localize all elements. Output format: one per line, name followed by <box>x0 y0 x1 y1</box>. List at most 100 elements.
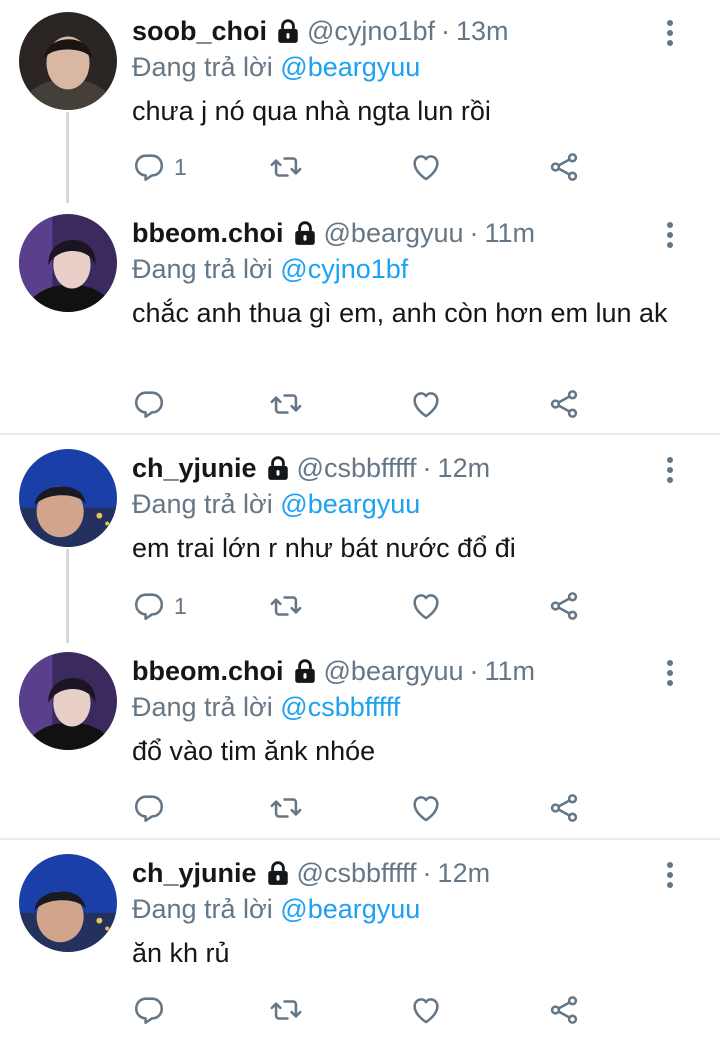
timestamp[interactable]: 13m <box>456 14 509 48</box>
reply-label: Đang trả lời <box>132 254 273 284</box>
share-icon <box>547 387 581 421</box>
lock-icon <box>292 220 318 246</box>
reply-label: Đang trả lời <box>132 52 273 82</box>
tweet-actions <box>132 790 602 826</box>
handle[interactable]: @beargyuu <box>324 654 464 688</box>
handle[interactable]: @cyjno1bf <box>307 14 435 48</box>
separator: · <box>469 218 479 248</box>
more-icon[interactable] <box>660 658 680 688</box>
handle[interactable]: @beargyuu <box>324 216 464 250</box>
display-name[interactable]: soob_choi <box>132 14 267 48</box>
replying-to: Đang trả lời @beargyuu <box>132 487 420 521</box>
divider <box>0 838 720 840</box>
reply-button[interactable] <box>132 790 174 826</box>
reply-icon <box>132 150 166 184</box>
retweet-icon <box>269 791 303 825</box>
timestamp[interactable]: 12m <box>438 856 491 890</box>
tweet-actions <box>132 386 602 422</box>
retweet-icon <box>269 993 303 1027</box>
mention-link[interactable]: @cyjno1bf <box>280 254 408 284</box>
like-button[interactable] <box>409 149 443 185</box>
heart-icon <box>409 150 443 184</box>
separator: · <box>422 858 432 888</box>
share-icon <box>547 993 581 1027</box>
share-icon <box>547 150 581 184</box>
reply-icon <box>132 993 166 1027</box>
tweet-text: đổ vào tim ănk nhóe <box>132 736 376 766</box>
retweet-icon <box>269 150 303 184</box>
retweet-button[interactable] <box>269 149 303 185</box>
tweet[interactable]: bbeom.choi @beargyuu · 11m Đang trả lời … <box>0 202 720 434</box>
more-icon[interactable] <box>660 18 680 48</box>
reply-icon <box>132 791 166 825</box>
more-icon[interactable] <box>660 455 680 485</box>
tweet-header: bbeom.choi @beargyuu · 11m <box>132 654 535 688</box>
timestamp[interactable]: 11m <box>485 654 536 688</box>
avatar[interactable] <box>19 652 117 750</box>
avatar[interactable] <box>19 854 117 952</box>
lock-icon <box>292 658 318 684</box>
heart-icon <box>409 589 443 623</box>
separator: · <box>441 16 450 46</box>
handle[interactable]: @csbbfffff <box>297 451 417 485</box>
reply-icon <box>132 387 166 421</box>
thread-line <box>66 549 69 643</box>
handle[interactable]: @csbbfffff <box>297 856 417 890</box>
replying-to: Đang trả lời @beargyuu <box>132 50 420 84</box>
tweet-header: ch_yjunie @csbbfffff · 12m <box>132 856 490 890</box>
retweet-button[interactable] <box>269 790 303 826</box>
share-button[interactable] <box>547 149 581 185</box>
tweet-actions <box>132 992 602 1028</box>
tweet-header: bbeom.choi @beargyuu · 11m <box>132 216 535 250</box>
avatar[interactable] <box>19 214 117 312</box>
retweet-button[interactable] <box>269 386 303 422</box>
reply-button[interactable]: 1 <box>132 149 187 185</box>
share-icon <box>547 589 581 623</box>
divider <box>0 433 720 435</box>
mention-link[interactable]: @csbbfffff <box>280 692 400 722</box>
heart-icon <box>409 791 443 825</box>
reply-count: 1 <box>174 592 187 619</box>
like-button[interactable] <box>409 386 443 422</box>
replying-to: Đang trả lời @csbbfffff <box>132 690 400 724</box>
share-button[interactable] <box>547 386 581 422</box>
timestamp[interactable]: 12m <box>438 451 491 485</box>
reply-label: Đang trả lời <box>132 692 273 722</box>
tweet[interactable]: ch_yjunie @csbbfffff · 12m Đang trả lời … <box>0 437 720 643</box>
tweet[interactable]: soob_choi @cyjno1bf · 13m Đang trả lời @… <box>0 0 720 203</box>
separator: · <box>422 453 432 483</box>
retweet-button[interactable] <box>269 992 303 1028</box>
reply-button[interactable] <box>132 386 174 422</box>
display-name[interactable]: bbeom.choi <box>132 654 284 688</box>
lock-icon <box>275 18 301 44</box>
reply-button[interactable]: 1 <box>132 588 187 624</box>
heart-icon <box>409 387 443 421</box>
retweet-button[interactable] <box>269 588 303 624</box>
tweet-text: em trai lớn r như bát nước đổ đi <box>132 533 516 563</box>
more-icon[interactable] <box>660 860 680 890</box>
timestamp[interactable]: 11m <box>485 216 536 250</box>
tweet[interactable]: bbeom.choi @beargyuu · 11m Đang trả lời … <box>0 640 720 838</box>
heart-icon <box>409 993 443 1027</box>
display-name[interactable]: ch_yjunie <box>132 856 257 890</box>
more-icon[interactable] <box>660 220 680 250</box>
share-button[interactable] <box>547 992 581 1028</box>
tweet-header: soob_choi @cyjno1bf · 13m <box>132 14 509 48</box>
like-button[interactable] <box>409 992 443 1028</box>
like-button[interactable] <box>409 588 443 624</box>
tweet-text: chắc anh thua gì em, anh còn hơn em lun … <box>132 298 668 328</box>
display-name[interactable]: bbeom.choi <box>132 216 284 250</box>
reply-button[interactable] <box>132 992 174 1028</box>
tweet[interactable]: ch_yjunie @csbbfffff · 12m Đang trả lời … <box>0 842 720 1040</box>
mention-link[interactable]: @beargyuu <box>280 894 420 924</box>
mention-link[interactable]: @beargyuu <box>280 489 420 519</box>
display-name[interactable]: ch_yjunie <box>132 451 257 485</box>
like-button[interactable] <box>409 790 443 826</box>
share-button[interactable] <box>547 588 581 624</box>
lock-icon <box>265 860 291 886</box>
share-button[interactable] <box>547 790 581 826</box>
avatar[interactable] <box>19 12 117 110</box>
avatar[interactable] <box>19 449 117 547</box>
mention-link[interactable]: @beargyuu <box>280 52 420 82</box>
share-icon <box>547 791 581 825</box>
